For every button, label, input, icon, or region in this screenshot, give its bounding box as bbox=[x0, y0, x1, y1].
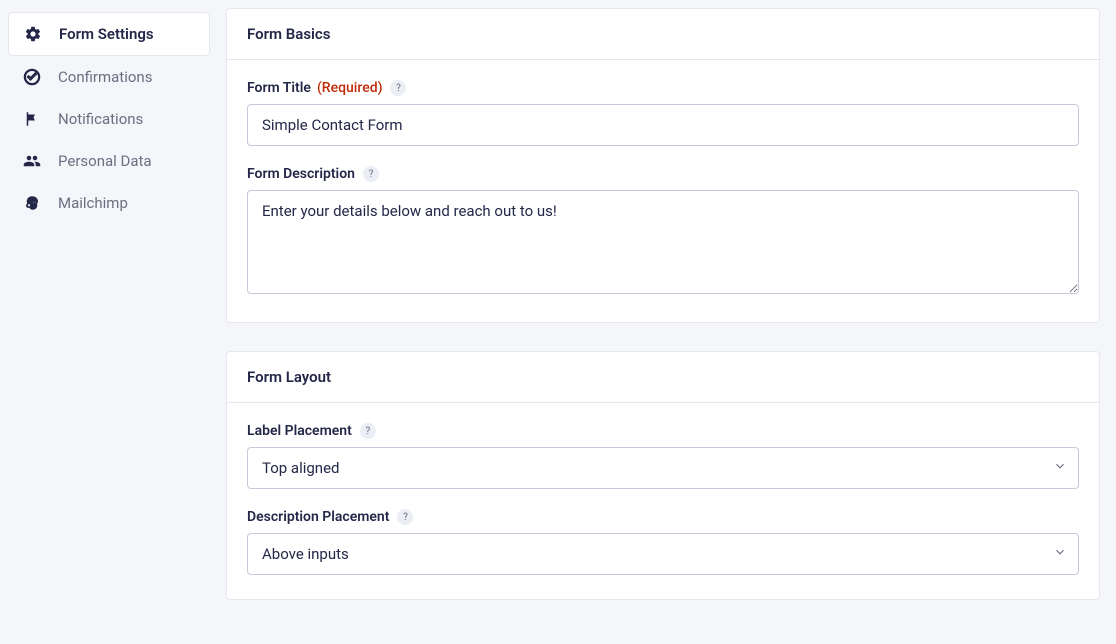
mailchimp-icon bbox=[22, 193, 42, 213]
main-content: Form Basics Form Title (Required) ? Form… bbox=[210, 0, 1116, 644]
sidebar-item-label: Form Settings bbox=[59, 25, 154, 43]
sidebar: Form Settings Confirmations Notification… bbox=[0, 0, 210, 644]
sidebar-item-label: Confirmations bbox=[58, 68, 152, 86]
field-description-placement: Description Placement ? Above inputs bbox=[247, 509, 1079, 575]
help-icon[interactable]: ? bbox=[397, 509, 413, 525]
field-label: Label Placement bbox=[247, 423, 352, 439]
sidebar-item-confirmations[interactable]: Confirmations bbox=[8, 56, 210, 98]
users-icon bbox=[22, 151, 42, 171]
field-label-placement: Label Placement ? Top aligned bbox=[247, 423, 1079, 489]
description-placement-select[interactable]: Above inputs bbox=[247, 533, 1079, 575]
panel-title: Form Basics bbox=[227, 9, 1099, 60]
field-label: Description Placement bbox=[247, 509, 389, 525]
field-label: Form Title bbox=[247, 80, 311, 96]
flag-icon bbox=[22, 109, 42, 129]
label-placement-select[interactable]: Top aligned bbox=[247, 447, 1079, 489]
gear-icon bbox=[23, 24, 43, 44]
sidebar-item-personal-data[interactable]: Personal Data bbox=[8, 140, 210, 182]
form-title-input[interactable] bbox=[247, 104, 1079, 146]
field-form-description: Form Description ? Enter your details be… bbox=[247, 166, 1079, 298]
help-icon[interactable]: ? bbox=[363, 166, 379, 182]
sidebar-item-form-settings[interactable]: Form Settings bbox=[8, 12, 210, 56]
field-label: Form Description bbox=[247, 166, 355, 182]
required-tag: (Required) bbox=[317, 80, 383, 96]
sidebar-item-notifications[interactable]: Notifications bbox=[8, 98, 210, 140]
panel-form-basics: Form Basics Form Title (Required) ? Form… bbox=[226, 8, 1100, 323]
sidebar-item-mailchimp[interactable]: Mailchimp bbox=[8, 182, 210, 224]
sidebar-item-label: Notifications bbox=[58, 110, 143, 128]
form-description-textarea[interactable]: Enter your details below and reach out t… bbox=[247, 190, 1079, 294]
panel-form-layout: Form Layout Label Placement ? Top aligne… bbox=[226, 351, 1100, 600]
panel-title: Form Layout bbox=[227, 352, 1099, 403]
field-form-title: Form Title (Required) ? bbox=[247, 80, 1079, 146]
check-circle-icon bbox=[22, 67, 42, 87]
sidebar-item-label: Mailchimp bbox=[58, 194, 128, 212]
help-icon[interactable]: ? bbox=[390, 80, 406, 96]
help-icon[interactable]: ? bbox=[360, 423, 376, 439]
sidebar-item-label: Personal Data bbox=[58, 152, 152, 170]
